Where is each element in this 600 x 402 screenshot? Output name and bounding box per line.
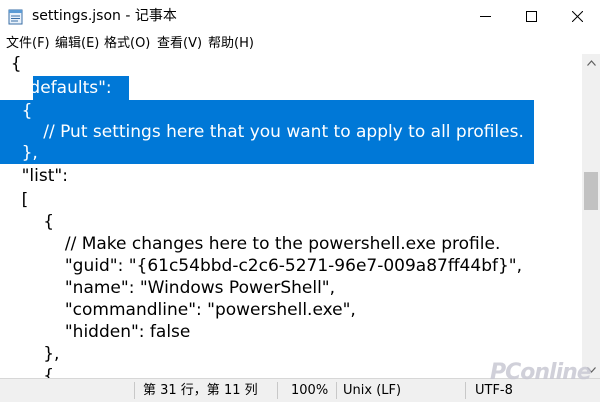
- vertical-scrollbar[interactable]: [582, 54, 600, 378]
- menu-bar: 文件(F) 编辑(E) 格式(O) 查看(V) 帮助(H): [0, 33, 600, 54]
- watermark: PConline: [490, 360, 592, 385]
- code-line: "defaults":: [0, 78, 112, 98]
- menu-help[interactable]: 帮助(H): [208, 35, 254, 52]
- window-title: settings.json - 记事本: [32, 8, 177, 24]
- code-line: // Put settings here that you want to ap…: [0, 122, 524, 142]
- maximize-button[interactable]: [508, 0, 554, 33]
- status-divider: [134, 382, 135, 399]
- scrollbar-thumb[interactable]: [584, 172, 598, 210]
- menu-format[interactable]: 格式(O): [104, 35, 150, 52]
- code-line: // Make changes here to the powershell.e…: [0, 234, 501, 254]
- title-bar: settings.json - 记事本: [0, 0, 600, 33]
- menu-edit[interactable]: 编辑(E): [55, 35, 99, 52]
- scroll-up-button[interactable]: [582, 54, 600, 71]
- status-divider: [277, 382, 278, 399]
- text-editor[interactable]: { "defaults": { // Put settings here tha…: [0, 54, 582, 378]
- code-line: "name": "Windows PowerShell",: [0, 278, 336, 298]
- code-line: "list":: [0, 166, 68, 186]
- close-button[interactable]: [554, 0, 600, 33]
- maximize-icon: [525, 11, 537, 22]
- code-line: {: [0, 366, 55, 378]
- menu-file[interactable]: 文件(F): [6, 35, 50, 52]
- notepad-icon: [8, 9, 23, 25]
- code-line: "commandline": "powershell.exe",: [0, 300, 356, 320]
- minimize-button[interactable]: [462, 0, 508, 33]
- close-icon: [571, 11, 583, 22]
- chevron-up-icon: [586, 59, 596, 66]
- code-line: },: [0, 143, 38, 163]
- code-line: "hidden": false: [0, 322, 191, 342]
- zoom-level: 100%: [291, 383, 329, 398]
- status-divider: [336, 382, 337, 399]
- code-line: [: [0, 190, 29, 210]
- status-divider: [465, 382, 466, 399]
- menu-view[interactable]: 查看(V): [157, 35, 202, 52]
- code-line: {: [0, 212, 55, 232]
- minimize-icon: [479, 16, 491, 17]
- cursor-position: 第 31 行，第 11 列: [143, 383, 258, 398]
- line-ending: Unix (LF): [343, 383, 402, 398]
- code-line: {: [0, 54, 22, 74]
- code-line: },: [0, 344, 60, 364]
- code-line: "guid": "{61c54bbd-c2c6-5271-96e7-009a87…: [0, 256, 523, 276]
